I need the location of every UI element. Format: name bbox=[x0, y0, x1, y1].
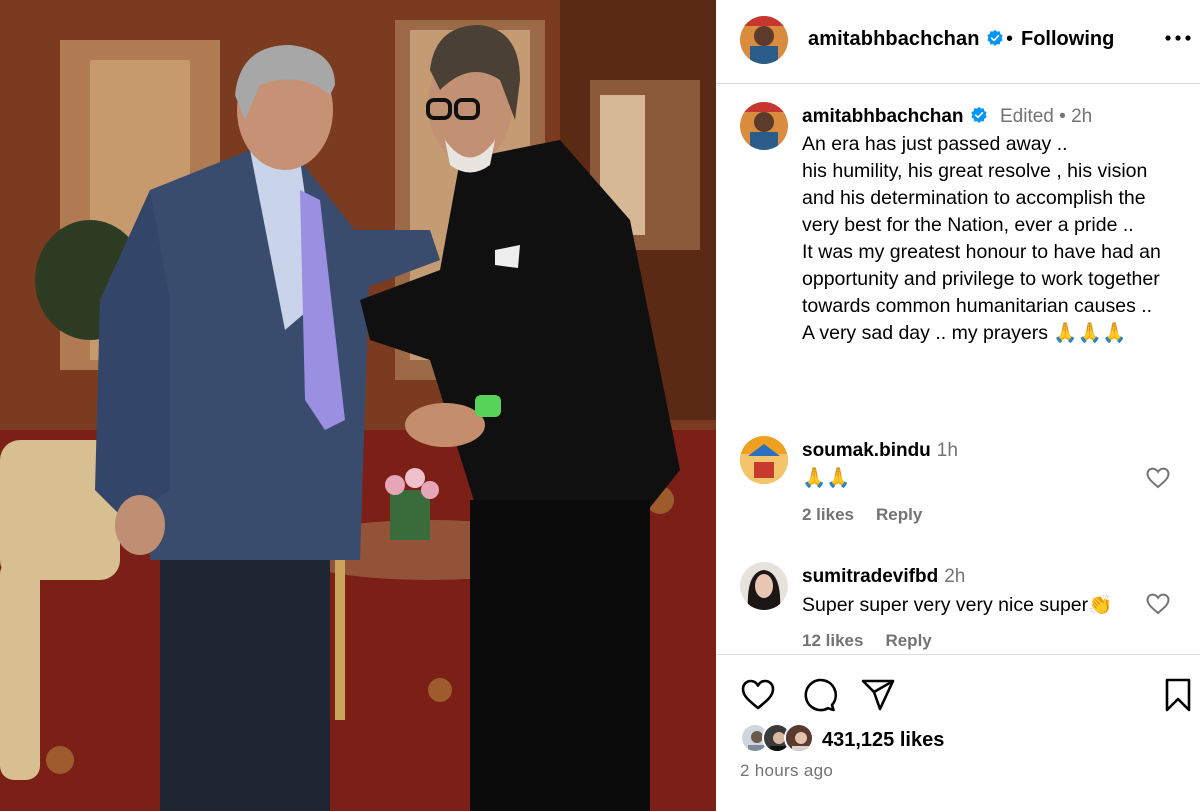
verified-badge-icon bbox=[970, 106, 987, 123]
comment-reply-button[interactable]: Reply bbox=[885, 631, 931, 650]
comment-avatar[interactable] bbox=[740, 562, 788, 610]
caption-text: An era has just passed away .. his humil… bbox=[802, 133, 1161, 344]
header-separator: • bbox=[1006, 28, 1014, 50]
author-avatar[interactable] bbox=[740, 16, 788, 64]
post-actions: 431,125 likes 2 hours ago bbox=[716, 654, 1200, 811]
post-header: amitabhbachchan • Following bbox=[716, 0, 1200, 84]
comment-icon[interactable] bbox=[801, 677, 837, 713]
more-options-icon[interactable] bbox=[1164, 33, 1192, 43]
caption-username[interactable]: amitabhbachchan bbox=[802, 106, 988, 128]
author-username-text[interactable]: amitabhbachchan bbox=[808, 28, 980, 50]
comment-username-text[interactable]: sumitradevifbd bbox=[802, 566, 938, 587]
comment-meta: 2 likes Reply bbox=[802, 505, 922, 525]
heart-icon[interactable] bbox=[740, 677, 776, 713]
comment-username[interactable]: soumak.bindu 1h bbox=[802, 440, 958, 462]
comment-username[interactable]: sumitradevifbd 2h bbox=[802, 566, 965, 588]
following-button[interactable]: Following bbox=[1021, 28, 1114, 51]
edited-label: Edited bbox=[1000, 106, 1054, 127]
comment-meta: 12 likes Reply bbox=[802, 631, 932, 651]
comment-likes[interactable]: 12 likes bbox=[802, 631, 863, 650]
post-timestamp[interactable]: 2 hours ago bbox=[740, 761, 833, 781]
author-username[interactable]: amitabhbachchan bbox=[808, 28, 1004, 51]
comment-like-heart-icon[interactable] bbox=[1146, 593, 1170, 615]
liked-by-avatar bbox=[784, 723, 814, 753]
bookmark-icon[interactable] bbox=[1160, 677, 1196, 713]
caption-meta: Edited • 2h bbox=[1000, 106, 1092, 128]
caption-username-text[interactable]: amitabhbachchan bbox=[802, 106, 964, 127]
comment-likes[interactable]: 2 likes bbox=[802, 505, 854, 524]
caption-separator: • bbox=[1059, 106, 1066, 127]
liked-by-avatars[interactable] bbox=[740, 723, 820, 755]
likes-count[interactable]: 431,125 likes bbox=[822, 729, 944, 752]
comment-text: Super super very very nice super👏 bbox=[802, 594, 1113, 616]
photo-illustration bbox=[0, 0, 716, 811]
verified-badge-icon bbox=[986, 29, 1003, 46]
comment-time[interactable]: 2h bbox=[944, 566, 965, 587]
comment-like-heart-icon[interactable] bbox=[1146, 467, 1170, 489]
comment-avatar[interactable] bbox=[740, 436, 788, 484]
comment-text: 🙏🙏 bbox=[802, 467, 851, 489]
caption-time[interactable]: 2h bbox=[1071, 106, 1092, 127]
comment-reply-button[interactable]: Reply bbox=[876, 505, 922, 524]
share-icon[interactable] bbox=[860, 677, 896, 713]
post-photo[interactable] bbox=[0, 0, 716, 811]
comment-username-text[interactable]: soumak.bindu bbox=[802, 440, 931, 461]
caption-avatar[interactable] bbox=[740, 102, 788, 150]
post-side-panel: amitabhbachchan • Following amitabhbachc… bbox=[716, 0, 1200, 811]
comment-time[interactable]: 1h bbox=[937, 440, 958, 461]
